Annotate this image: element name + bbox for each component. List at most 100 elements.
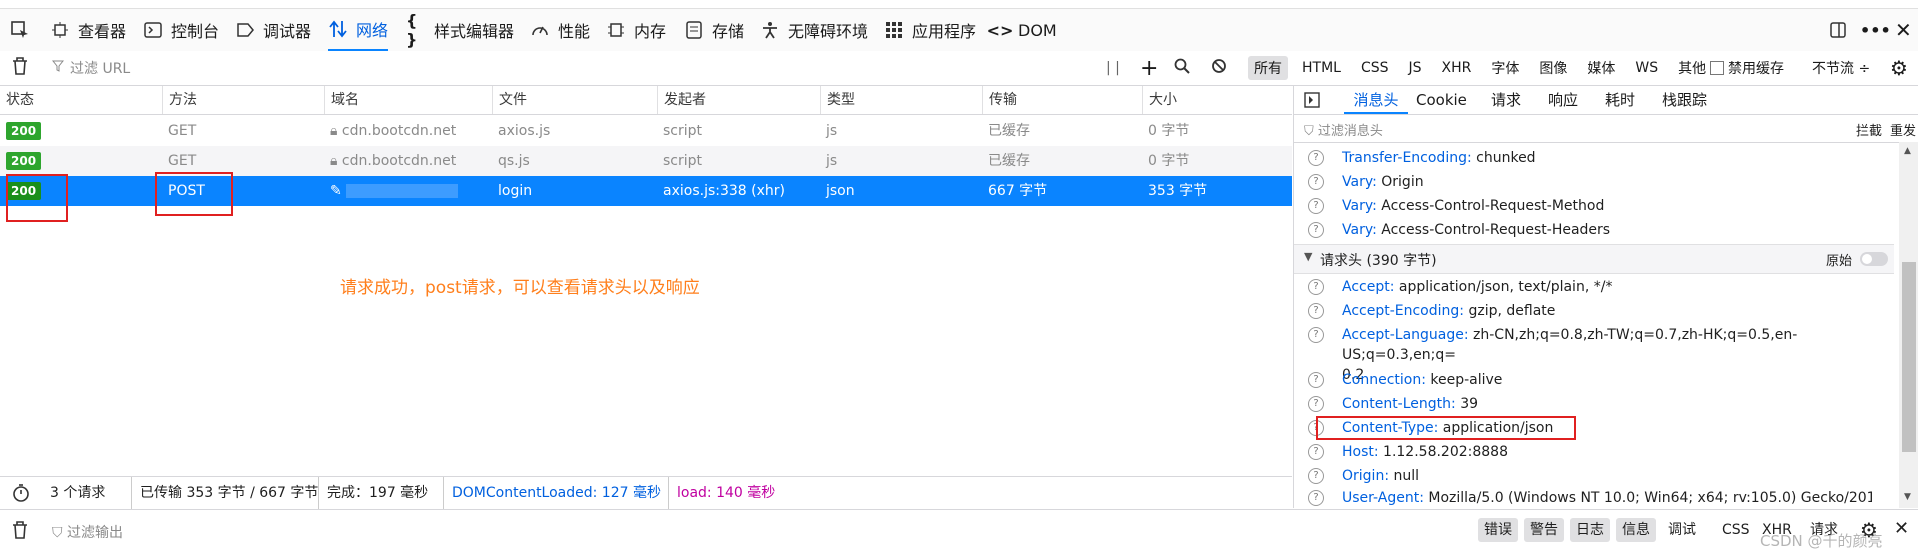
- header-name: Accept-Language:: [1342, 327, 1469, 343]
- type-filter-images[interactable]: 图像: [1533, 56, 1573, 80]
- tab-request[interactable]: 请求: [1491, 86, 1521, 114]
- col-domain[interactable]: 域名: [324, 86, 492, 114]
- redacted-domain: [346, 184, 459, 198]
- type-filter-html[interactable]: HTML: [1296, 58, 1347, 78]
- header-name: Vary:: [1342, 198, 1377, 214]
- scrollbar[interactable]: ▲ ▼: [1899, 142, 1918, 508]
- type-filter-other[interactable]: 其他: [1672, 56, 1712, 80]
- tab-performance[interactable]: 性能: [530, 9, 590, 51]
- insecure-lock-icon: ✎: [330, 183, 342, 199]
- tab-network[interactable]: 网络: [328, 9, 389, 51]
- block-button[interactable]: [1211, 51, 1227, 85]
- clear-console-button[interactable]: [12, 521, 28, 543]
- tab-storage[interactable]: 存储: [684, 9, 744, 51]
- filter-css-button[interactable]: CSS: [1716, 518, 1756, 542]
- type-filter-media[interactable]: 媒体: [1581, 56, 1621, 80]
- type-filter-ws[interactable]: WS: [1629, 58, 1664, 78]
- col-file[interactable]: 文件: [492, 86, 657, 114]
- help-icon[interactable]: ?: [1308, 490, 1324, 506]
- tab-response[interactable]: 响应: [1548, 86, 1578, 114]
- disable-cache-checkbox[interactable]: 禁用缓存: [1710, 51, 1784, 85]
- domain-text: cdn.bootcdn.net: [341, 123, 457, 139]
- tab-headers[interactable]: 消息头: [1344, 86, 1408, 114]
- throttle-select[interactable]: 不节流 ÷: [1812, 51, 1870, 85]
- tab-cookie[interactable]: Cookie: [1416, 86, 1467, 114]
- tab-accessibility[interactable]: 无障碍环境: [760, 9, 868, 51]
- tab-style-editor[interactable]: { } 样式编辑器: [406, 9, 514, 51]
- transferred-summary: 已传输 353 字节 / 667 字节: [131, 477, 318, 509]
- tab-console[interactable]: 控制台: [143, 9, 219, 51]
- element-picker-button[interactable]: [10, 9, 30, 51]
- filter-info-button[interactable]: 信息: [1616, 518, 1656, 542]
- col-type[interactable]: 类型: [820, 86, 982, 114]
- help-icon[interactable]: ?: [1308, 150, 1324, 166]
- type-filter-css[interactable]: CSS: [1355, 58, 1395, 78]
- filter-debug-button[interactable]: 调试: [1662, 518, 1702, 542]
- col-size[interactable]: 大小: [1142, 86, 1292, 114]
- scrollbar-thumb[interactable]: [1902, 262, 1916, 452]
- tab-application[interactable]: 应用程序: [884, 9, 976, 51]
- type-filter-all[interactable]: 所有: [1248, 56, 1288, 80]
- filter-logs-button[interactable]: 日志: [1570, 518, 1610, 542]
- header-name: Host:: [1342, 444, 1379, 460]
- type-filter-xhr[interactable]: XHR: [1436, 58, 1478, 78]
- tab-inspector[interactable]: 查看器: [50, 9, 126, 51]
- header-value: application/json, text/plain, */*: [1398, 279, 1613, 295]
- scroll-up-icon[interactable]: ▲: [1904, 146, 1911, 156]
- help-icon[interactable]: ?: [1308, 198, 1324, 214]
- col-status[interactable]: 状态: [0, 86, 34, 114]
- tab-debugger[interactable]: 调试器: [235, 9, 311, 51]
- header-row: ? Accept-Language: zh-CN,zh;q=0.8,zh-TW;q…: [1294, 325, 1884, 383]
- tab-stack-trace[interactable]: 栈跟踪: [1662, 86, 1707, 114]
- filter-warnings-button[interactable]: 警告: [1524, 518, 1564, 542]
- toggle-sidebar-icon[interactable]: [1304, 92, 1320, 112]
- help-icon[interactable]: ?: [1308, 468, 1324, 484]
- settings-button[interactable]: ⚙: [1890, 51, 1908, 85]
- tab-timings[interactable]: 耗时: [1605, 86, 1635, 114]
- console-filter-input[interactable]: ⛉ 过滤输出: [52, 522, 123, 542]
- request-headers-section[interactable]: ▼ 请求头 (390 字节) 原始: [1294, 244, 1894, 274]
- throttle-label: 不节流 ÷: [1812, 61, 1871, 77]
- lock-icon: 🔒︎: [330, 123, 338, 139]
- help-icon[interactable]: ?: [1308, 174, 1324, 190]
- close-devtools-button[interactable]: ✕: [1895, 9, 1912, 51]
- help-icon[interactable]: ?: [1308, 303, 1324, 319]
- col-initiator[interactable]: 发起者: [657, 86, 820, 114]
- filter-url-input[interactable]: 过滤 URL: [51, 51, 130, 85]
- scroll-down-icon[interactable]: ▼: [1904, 492, 1911, 502]
- header-value: 39: [1460, 396, 1479, 412]
- accessibility-icon: [760, 20, 780, 40]
- transfer-cell: 已缓存: [988, 123, 1030, 139]
- tab-memory[interactable]: 内存: [606, 9, 666, 51]
- header-value: Origin: [1381, 174, 1424, 190]
- more-menu-button[interactable]: •••: [1860, 9, 1891, 51]
- raw-toggle[interactable]: [1860, 252, 1888, 266]
- help-icon[interactable]: ?: [1308, 327, 1324, 343]
- header-name: Origin:: [1342, 468, 1390, 484]
- search-button[interactable]: [1174, 51, 1190, 85]
- col-method[interactable]: 方法: [162, 86, 324, 114]
- disable-cache-label: 禁用缓存: [1728, 61, 1784, 77]
- col-transferred[interactable]: 传输: [982, 86, 1142, 114]
- dock-button[interactable]: [1828, 9, 1848, 51]
- type-filter-js[interactable]: JS: [1403, 58, 1428, 78]
- filter-headers-input[interactable]: ⛉ 过滤消息头: [1304, 120, 1383, 139]
- resend-button[interactable]: 重发: [1890, 120, 1916, 139]
- tab-dom[interactable]: <> DOM: [987, 9, 1057, 51]
- clear-requests-button[interactable]: [12, 51, 28, 85]
- table-row[interactable]: 200 GET 🔒︎ cdn.bootcdn.net axios.js scri…: [0, 116, 1292, 146]
- pause-button[interactable]: | |: [1106, 51, 1120, 85]
- help-icon[interactable]: ?: [1308, 396, 1324, 412]
- type-cell: js: [826, 153, 838, 169]
- help-icon[interactable]: ?: [1308, 372, 1324, 388]
- help-icon[interactable]: ?: [1308, 279, 1324, 295]
- add-button[interactable]: +: [1140, 51, 1158, 85]
- help-icon[interactable]: ?: [1308, 222, 1324, 238]
- close-console-button[interactable]: ✕: [1894, 518, 1909, 539]
- header-name: Vary:: [1342, 222, 1377, 238]
- type-filter-fonts[interactable]: 字体: [1485, 56, 1525, 80]
- help-icon[interactable]: ?: [1308, 444, 1324, 460]
- block-request-button[interactable]: 拦截: [1856, 120, 1882, 139]
- header-value: chunked: [1476, 150, 1536, 166]
- filter-errors-button[interactable]: 错误: [1478, 518, 1518, 542]
